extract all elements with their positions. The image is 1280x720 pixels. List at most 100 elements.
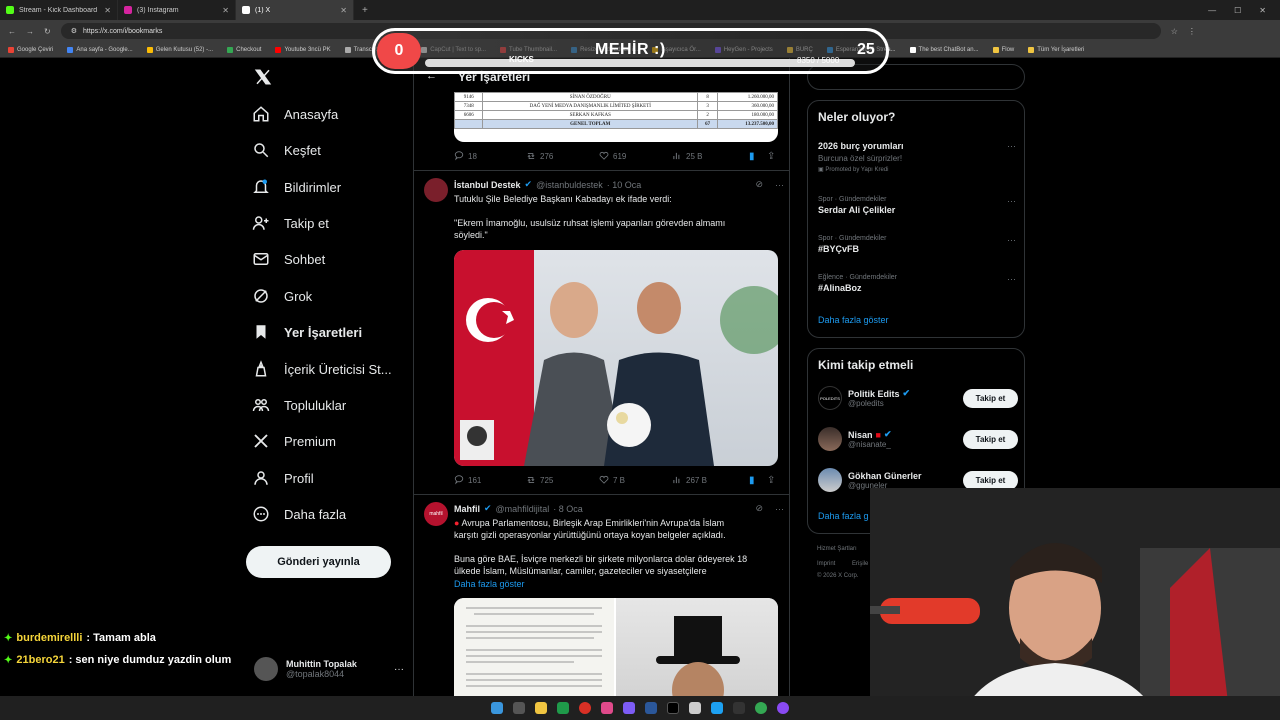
share-icon[interactable]: ⇪ xyxy=(767,475,775,486)
bookmark-icon[interactable]: ▮ xyxy=(749,475,755,486)
show-more-link[interactable]: Daha fazla g xyxy=(818,511,869,521)
maximize-button[interactable]: ☐ xyxy=(1234,6,1241,15)
account-switcher[interactable]: Muhittin Topalak @topalak8044 ··· xyxy=(254,652,404,686)
browser-tab-x[interactable]: (1) X ✕ xyxy=(236,0,354,20)
nav-item[interactable]: Premium xyxy=(252,432,336,450)
trend-item[interactable]: Spor · Gündemdekiler #BYÇvFB ··· xyxy=(818,235,1018,254)
more-icon[interactable]: ··· xyxy=(1007,141,1016,151)
nav-item[interactable]: Anasayfa xyxy=(252,105,338,123)
app-icon[interactable] xyxy=(645,702,657,714)
browser-tab-kick[interactable]: Stream - Kick Dashboard ✕ xyxy=(0,0,118,20)
bookmark-item[interactable]: Ana sayfa - Google... xyxy=(67,46,133,53)
avatar[interactable]: mahfil xyxy=(424,502,448,526)
task-view-icon[interactable] xyxy=(513,702,525,714)
grok-icon[interactable]: ⊘ xyxy=(755,503,763,514)
document-table-image[interactable]: 9146 SİNAN ÖZDOĞRU 8 1.260.000,00 7348 DAĞ YE… xyxy=(454,92,778,142)
extensions-icon[interactable]: ⋮ xyxy=(1188,27,1196,36)
trend-item[interactable]: 2026 burç yorumları Burcuna özel sürpriz… xyxy=(818,141,1018,173)
repost-button[interactable]: 276 xyxy=(526,151,553,161)
views-button[interactable]: 267 B xyxy=(672,475,707,485)
nav-item[interactable]: Keşfet xyxy=(252,141,321,159)
more-icon[interactable]: ··· xyxy=(1007,235,1016,245)
reply-button[interactable]: 18 xyxy=(454,151,477,161)
more-icon[interactable]: ··· xyxy=(775,504,784,514)
more-icon[interactable]: ··· xyxy=(1007,196,1016,206)
follow-suggestion[interactable]: Nisan ■ ✔ @nisanate_ Takip et xyxy=(818,424,1018,454)
tweet-handle[interactable]: @istanbuldestek xyxy=(536,180,603,190)
tweet-photo[interactable] xyxy=(454,250,778,466)
back-icon[interactable]: ← xyxy=(8,27,16,36)
bookmark-item[interactable]: Google Çeviri xyxy=(8,46,53,53)
nav-item[interactable]: Bildirimler xyxy=(252,178,341,196)
star-icon[interactable]: ☆ xyxy=(1171,27,1178,36)
more-icon[interactable]: ··· xyxy=(1007,274,1016,284)
more-icon[interactable]: ··· xyxy=(775,180,784,190)
chrome-icon[interactable] xyxy=(755,702,767,714)
nav-item[interactable]: Yer İşaretleri xyxy=(252,323,362,341)
browser-tab-instagram[interactable]: (3) Instagram ✕ xyxy=(118,0,236,20)
nav-item[interactable]: Daha fazla xyxy=(252,505,346,523)
show-more-link[interactable]: Daha fazla göster xyxy=(454,578,525,590)
steam-icon[interactable] xyxy=(689,702,701,714)
bookmark-item[interactable]: Gelen Kutusu (52) -... xyxy=(146,46,213,53)
nav-item[interactable]: Takip et xyxy=(252,214,329,232)
site-info-icon[interactable]: ⚙ xyxy=(71,27,77,35)
close-icon[interactable]: ✕ xyxy=(340,6,347,15)
bookmark-item[interactable]: The best ChatBot an... xyxy=(909,46,979,53)
follow-button[interactable]: Takip et xyxy=(963,470,1018,490)
like-button[interactable]: 7 B xyxy=(599,475,625,485)
app-icon[interactable] xyxy=(733,702,745,714)
forward-icon[interactable]: → xyxy=(26,27,34,36)
bookmark-item[interactable]: Checkout xyxy=(227,46,261,53)
footer-link[interactable]: Hizmet Şartları xyxy=(817,546,857,552)
tweet-author[interactable]: İstanbul Destek xyxy=(454,180,521,190)
show-more-link[interactable]: Daha fazla göster xyxy=(818,315,889,325)
post-button[interactable]: Gönderi yayınla xyxy=(246,546,391,578)
bookmark-item[interactable]: Flow xyxy=(992,46,1014,53)
grok-icon[interactable]: ⊘ xyxy=(755,179,763,190)
instagram-icon[interactable] xyxy=(601,702,613,714)
tweet-date[interactable]: · 10 Oca xyxy=(607,180,642,190)
app-icon[interactable] xyxy=(557,702,569,714)
bookmark-item[interactable]: Youtube 3ncü PK xyxy=(275,46,331,53)
nav-item[interactable]: Profil xyxy=(252,469,314,487)
trend-item[interactable]: Spor · Gündemdekiler Serdar Ali Çelikler… xyxy=(818,196,1018,215)
nav-item[interactable]: İçerik Üreticisi St... xyxy=(252,360,392,378)
file-explorer-icon[interactable] xyxy=(535,702,547,714)
share-icon[interactable]: ⇪ xyxy=(767,151,775,162)
repost-button[interactable]: 725 xyxy=(526,475,553,485)
bookmark-icon[interactable]: ▮ xyxy=(749,151,755,162)
tweet-handle[interactable]: @mahfildijital xyxy=(496,504,550,514)
app-icon[interactable] xyxy=(777,702,789,714)
reload-icon[interactable]: ↻ xyxy=(44,27,51,36)
reply-button[interactable]: 161 xyxy=(454,475,481,485)
footer-link[interactable]: Imprint xyxy=(817,561,835,567)
avatar[interactable] xyxy=(424,178,448,202)
trend-item[interactable]: Eğlence · Gündemdekiler #AlinaBoz ··· xyxy=(818,274,1018,293)
edge-icon[interactable] xyxy=(711,702,723,714)
tiktok-icon[interactable] xyxy=(667,702,679,714)
more-icon[interactable]: ··· xyxy=(394,664,404,675)
follow-button[interactable]: Takip et xyxy=(963,429,1018,449)
close-window-button[interactable]: ✕ xyxy=(1259,6,1266,15)
nav-item[interactable]: Grok xyxy=(252,287,312,305)
views-button[interactable]: 25 B xyxy=(672,151,702,161)
follow-suggestion[interactable]: POLEDITS Politik Edits ✔ @poledits Takip … xyxy=(818,383,1018,413)
new-tab-button[interactable]: + xyxy=(354,5,376,16)
bookmark-item[interactable]: Tüm Yer İşaretleri xyxy=(1028,46,1084,53)
nav-item[interactable]: Topluluklar xyxy=(252,396,346,414)
tweet-date[interactable]: · 8 Oca xyxy=(553,504,583,514)
nav-item[interactable]: Sohbet xyxy=(252,250,325,268)
discord-icon[interactable] xyxy=(623,702,635,714)
tweet-author[interactable]: Mahfil xyxy=(454,504,480,514)
like-button[interactable]: 619 xyxy=(599,151,626,161)
close-icon[interactable]: ✕ xyxy=(222,6,229,15)
repost-icon xyxy=(527,477,535,483)
follow-button[interactable]: Takip et xyxy=(963,388,1018,408)
minimize-button[interactable]: — xyxy=(1208,6,1216,15)
close-icon[interactable]: ✕ xyxy=(104,6,111,15)
app-icon[interactable] xyxy=(579,702,591,714)
x-logo-icon[interactable] xyxy=(254,68,272,86)
windows-start-icon[interactable] xyxy=(491,702,503,714)
footer-link[interactable]: Erişile xyxy=(852,561,868,567)
